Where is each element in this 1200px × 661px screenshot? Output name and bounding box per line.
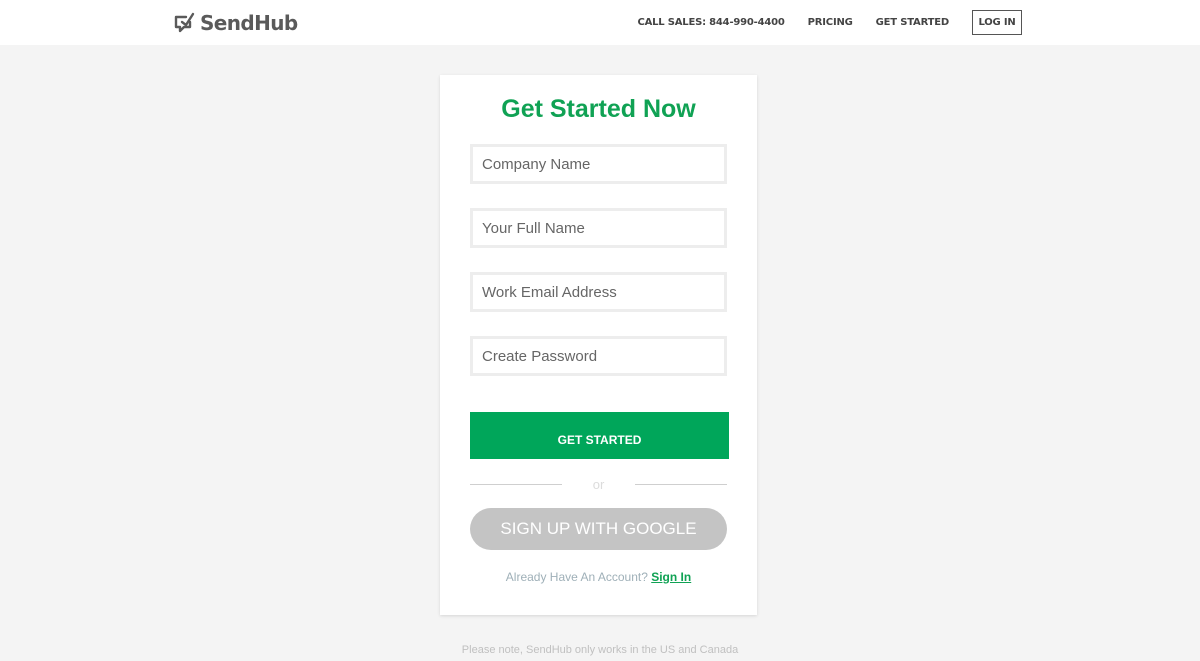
existing-account-row: Already Have An Account? Sign In xyxy=(440,570,757,584)
sendhub-logo[interactable]: SendHub xyxy=(173,10,298,36)
account-prompt: Already Have An Account? xyxy=(505,570,648,584)
login-button[interactable]: LOG IN xyxy=(972,10,1022,35)
pricing-link[interactable]: PRICING xyxy=(808,17,853,28)
top-navigation-bar: SendHub CALL SALES: 844-990-4400 PRICING… xyxy=(0,0,1200,45)
google-signup-button[interactable]: SIGN UP WITH GOOGLE xyxy=(470,508,727,550)
password-field[interactable] xyxy=(470,336,727,376)
sign-in-link[interactable]: Sign In xyxy=(651,570,691,584)
get-started-link[interactable]: GET STARTED xyxy=(876,17,950,28)
get-started-button[interactable]: GET STARTED xyxy=(470,412,729,459)
work-email-field[interactable] xyxy=(470,272,727,312)
region-note: Please note, SendHub only works in the U… xyxy=(461,644,739,656)
signup-card: Get Started Now GET STARTED or SIGN UP W… xyxy=(440,75,757,615)
or-divider: or xyxy=(470,477,727,493)
divider-line-right xyxy=(635,484,727,485)
brand-name: SendHub xyxy=(200,11,298,35)
company-name-field[interactable] xyxy=(470,144,727,184)
signup-title: Get Started Now xyxy=(501,95,696,123)
main-nav: CALL SALES: 844-990-4400 PRICING GET STA… xyxy=(614,0,1022,45)
full-name-field[interactable] xyxy=(470,208,727,248)
call-sales-link[interactable]: CALL SALES: 844-990-4400 xyxy=(637,17,784,28)
chat-bubble-check-icon xyxy=(174,12,195,33)
